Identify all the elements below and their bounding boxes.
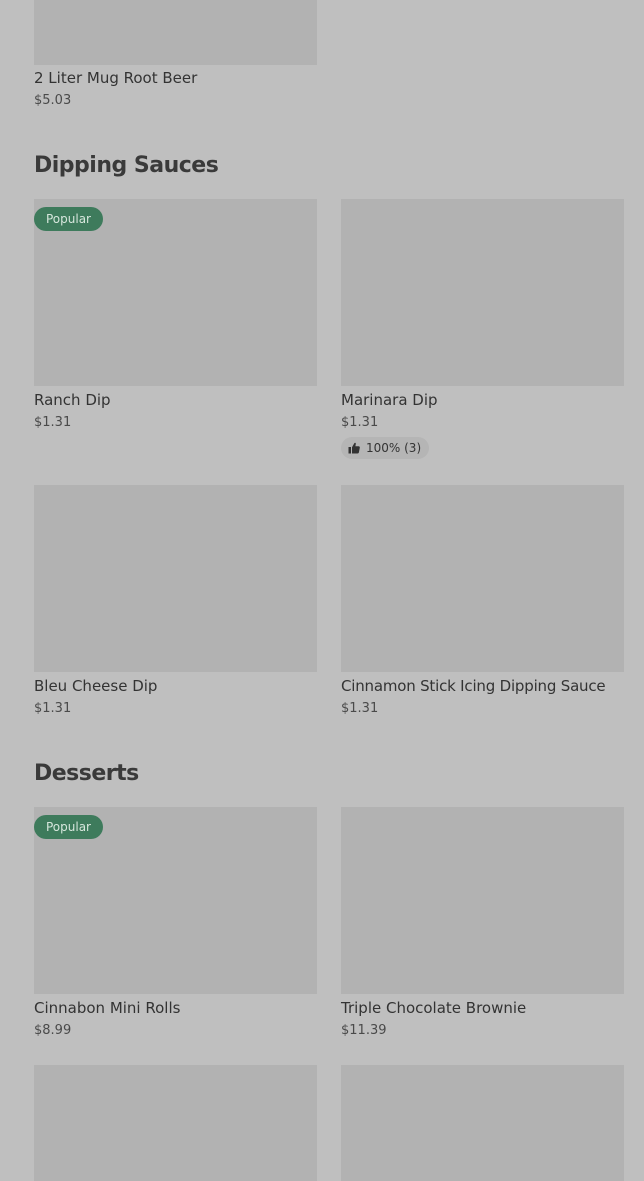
rating-text: 100% (3): [366, 441, 422, 455]
item-price: $1.31: [34, 701, 72, 716]
popular-badge: Popular: [34, 815, 103, 839]
item-name[interactable]: 2 Liter Mug Root Beer: [34, 69, 197, 87]
item-image[interactable]: [341, 1065, 624, 1181]
item-image[interactable]: [341, 485, 624, 672]
item-price: $11.39: [341, 1023, 387, 1038]
item-name[interactable]: Bleu Cheese Dip: [34, 677, 157, 695]
section-title-dipping-sauces: Dipping Sauces: [34, 153, 219, 178]
item-price: $1.31: [341, 415, 379, 430]
thumbs-up-icon: [348, 442, 360, 454]
item-price: $1.31: [341, 701, 379, 716]
item-price: $1.31: [34, 415, 72, 430]
item-name[interactable]: Triple Chocolate Brownie: [341, 999, 526, 1017]
item-price: $5.03: [34, 93, 72, 108]
popular-badge: Popular: [34, 207, 103, 231]
item-image[interactable]: [341, 199, 624, 386]
item-image[interactable]: [34, 0, 317, 65]
item-image[interactable]: [34, 1065, 317, 1181]
item-name[interactable]: Cinnabon Mini Rolls: [34, 999, 180, 1017]
item-image[interactable]: [341, 807, 624, 994]
item-name[interactable]: Cinnamon Stick Icing Dipping Sauce: [341, 677, 606, 695]
rating-chip: 100% (3): [341, 437, 430, 459]
item-image[interactable]: [34, 485, 317, 672]
item-price: $8.99: [34, 1023, 72, 1038]
item-name[interactable]: Ranch Dip: [34, 391, 111, 409]
item-name[interactable]: Marinara Dip: [341, 391, 438, 409]
section-title-desserts: Desserts: [34, 761, 139, 786]
